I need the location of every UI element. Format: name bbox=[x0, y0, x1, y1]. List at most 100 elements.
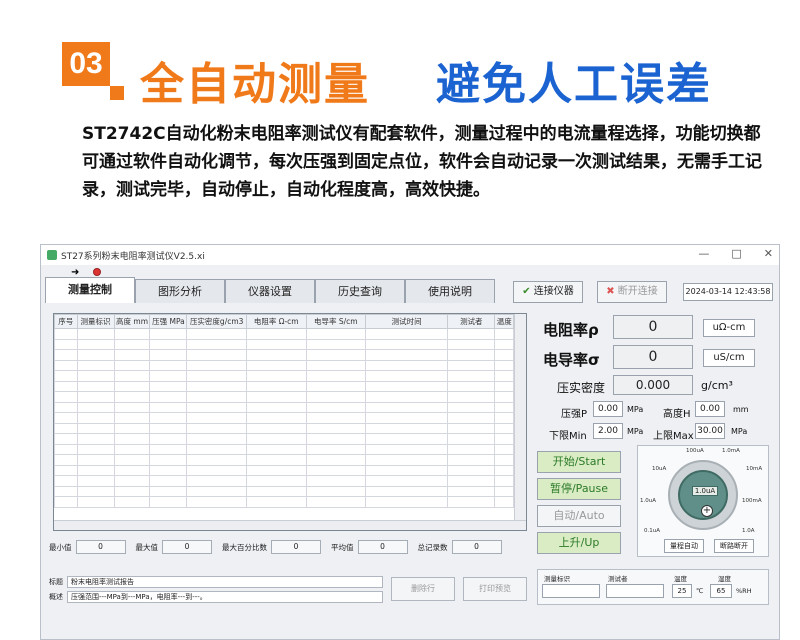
table-cell[interactable] bbox=[54, 380, 78, 392]
table-cell[interactable] bbox=[494, 475, 514, 487]
table-cell[interactable] bbox=[305, 412, 367, 424]
table-cell[interactable] bbox=[149, 412, 188, 424]
table-cell[interactable] bbox=[494, 422, 514, 434]
table-cell[interactable] bbox=[365, 391, 449, 403]
col-header-pressure[interactable]: 压强 MPa bbox=[149, 314, 188, 329]
maximize-icon[interactable]: □ bbox=[731, 247, 741, 260]
table-cell[interactable] bbox=[54, 496, 78, 508]
table-cell[interactable] bbox=[54, 464, 78, 476]
table-cell[interactable] bbox=[305, 349, 367, 361]
col-header-mark[interactable]: 测量标识 bbox=[76, 314, 115, 329]
table-cell[interactable] bbox=[54, 443, 78, 455]
table-cell[interactable] bbox=[494, 338, 514, 350]
table-cell[interactable] bbox=[447, 349, 496, 361]
table-cell[interactable] bbox=[76, 443, 115, 455]
print-preview-button[interactable]: 打印预览 bbox=[463, 577, 527, 601]
tab-measure-control[interactable]: 测量控制 bbox=[45, 277, 135, 303]
table-cell[interactable] bbox=[76, 496, 115, 508]
table-cell[interactable] bbox=[186, 496, 247, 508]
table-cell[interactable] bbox=[149, 443, 188, 455]
table-cell[interactable] bbox=[113, 496, 151, 508]
max-value[interactable]: 30.00 bbox=[695, 423, 725, 439]
table-cell[interactable] bbox=[447, 443, 496, 455]
table-row[interactable] bbox=[54, 391, 514, 403]
table-cell[interactable] bbox=[149, 391, 188, 403]
start-button[interactable]: 开始/Start bbox=[537, 451, 621, 473]
table-cell[interactable] bbox=[113, 380, 151, 392]
table-cell[interactable] bbox=[305, 401, 367, 413]
table-cell[interactable] bbox=[76, 412, 115, 424]
table-cell[interactable] bbox=[186, 349, 247, 361]
table-cell[interactable] bbox=[365, 485, 449, 497]
table-cell[interactable] bbox=[305, 433, 367, 445]
table-cell[interactable] bbox=[305, 422, 367, 434]
col-header-conductivity[interactable]: 电导率 S/cm bbox=[305, 314, 367, 329]
table-cell[interactable] bbox=[113, 391, 151, 403]
table-cell[interactable] bbox=[113, 454, 151, 466]
table-cell[interactable] bbox=[365, 359, 449, 371]
table-cell[interactable] bbox=[365, 338, 449, 350]
table-cell[interactable] bbox=[494, 485, 514, 497]
results-table[interactable]: 序号 测量标识 高度 mm 压强 MPa 压实密度g/cm3 电阻率 Ω-cm … bbox=[53, 313, 527, 531]
table-cell[interactable] bbox=[149, 464, 188, 476]
table-cell[interactable] bbox=[447, 454, 496, 466]
table-cell[interactable] bbox=[54, 391, 78, 403]
table-cell[interactable] bbox=[149, 496, 188, 508]
table-cell[interactable] bbox=[149, 485, 188, 497]
table-row[interactable] bbox=[54, 380, 514, 392]
env-humidity-field[interactable]: 65 bbox=[710, 584, 732, 598]
table-cell[interactable] bbox=[365, 475, 449, 487]
table-cell[interactable] bbox=[447, 359, 496, 371]
table-row[interactable] bbox=[54, 496, 514, 508]
table-cell[interactable] bbox=[494, 401, 514, 413]
table-cell[interactable] bbox=[76, 359, 115, 371]
table-cell[interactable] bbox=[54, 433, 78, 445]
table-cell[interactable] bbox=[186, 380, 247, 392]
table-cell[interactable] bbox=[494, 433, 514, 445]
table-cell[interactable] bbox=[113, 475, 151, 487]
table-cell[interactable] bbox=[76, 401, 115, 413]
table-cell[interactable] bbox=[305, 454, 367, 466]
conductivity-unit[interactable]: uS/cm bbox=[703, 349, 755, 367]
table-cell[interactable] bbox=[447, 338, 496, 350]
table-cell[interactable] bbox=[305, 464, 367, 476]
table-cell[interactable] bbox=[54, 485, 78, 497]
table-cell[interactable] bbox=[113, 412, 151, 424]
table-cell[interactable] bbox=[149, 338, 188, 350]
col-header-height[interactable]: 高度 mm bbox=[113, 314, 151, 329]
table-cell[interactable] bbox=[245, 443, 307, 455]
table-cell[interactable] bbox=[54, 401, 78, 413]
table-cell[interactable] bbox=[149, 433, 188, 445]
table-cell[interactable] bbox=[365, 401, 449, 413]
table-cell[interactable] bbox=[149, 422, 188, 434]
table-cell[interactable] bbox=[113, 338, 151, 350]
table-cell[interactable] bbox=[365, 464, 449, 476]
table-cell[interactable] bbox=[245, 496, 307, 508]
report-title-field[interactable]: 粉末电阻率测试报告 bbox=[67, 575, 383, 588]
table-cell[interactable] bbox=[113, 370, 151, 382]
table-cell[interactable] bbox=[149, 370, 188, 382]
table-row[interactable] bbox=[54, 370, 514, 382]
table-cell[interactable] bbox=[76, 422, 115, 434]
table-cell[interactable] bbox=[305, 370, 367, 382]
table-cell[interactable] bbox=[365, 443, 449, 455]
col-header-density[interactable]: 压实密度g/cm3 bbox=[186, 314, 247, 329]
table-row[interactable] bbox=[54, 349, 514, 361]
table-cell[interactable] bbox=[245, 391, 307, 403]
table-cell[interactable] bbox=[186, 433, 247, 445]
table-cell[interactable] bbox=[76, 475, 115, 487]
env-tester-field[interactable] bbox=[606, 584, 664, 598]
table-cell[interactable] bbox=[186, 401, 247, 413]
table-cell[interactable] bbox=[245, 412, 307, 424]
table-cell[interactable] bbox=[305, 475, 367, 487]
table-cell[interactable] bbox=[494, 496, 514, 508]
table-cell[interactable] bbox=[245, 370, 307, 382]
table-cell[interactable] bbox=[447, 391, 496, 403]
table-cell[interactable] bbox=[76, 349, 115, 361]
table-cell[interactable] bbox=[113, 349, 151, 361]
table-cell[interactable] bbox=[54, 370, 78, 382]
table-cell[interactable] bbox=[54, 412, 78, 424]
table-cell[interactable] bbox=[245, 401, 307, 413]
table-cell[interactable] bbox=[186, 464, 247, 476]
table-row[interactable] bbox=[54, 475, 514, 487]
